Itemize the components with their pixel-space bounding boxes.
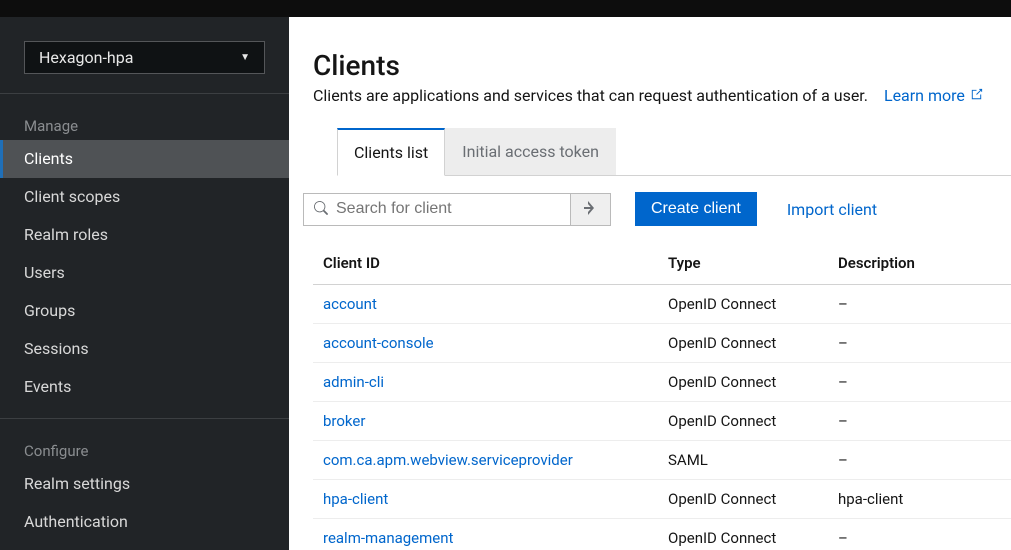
sidebar-item-groups[interactable]: Groups: [0, 292, 289, 330]
client-description: –: [828, 324, 1011, 363]
table-row: account-consoleOpenID Connect–: [313, 324, 1011, 363]
search-container: [303, 193, 611, 226]
main-container: Hexagon-hpa ▼ Manage ClientsClient scope…: [0, 17, 1011, 550]
table-row: com.ca.apm.webview.serviceproviderSAML–: [313, 441, 1011, 480]
table-row: admin-cliOpenID Connect–: [313, 363, 1011, 402]
sidebar-item-client-scopes[interactable]: Client scopes: [0, 178, 289, 216]
search-icon: [314, 200, 328, 219]
sidebar-item-realm-roles[interactable]: Realm roles: [0, 216, 289, 254]
client-id-link[interactable]: hpa-client: [313, 480, 658, 519]
client-id-link[interactable]: realm-management: [313, 519, 658, 550]
table-row: hpa-clientOpenID Connecthpa-client: [313, 480, 1011, 519]
learn-more-text: Learn more: [884, 86, 965, 105]
client-type: OpenID Connect: [658, 519, 828, 550]
table-row: brokerOpenID Connect–: [313, 402, 1011, 441]
tabs: Clients listInitial access token: [337, 128, 1011, 176]
sidebar-item-authentication[interactable]: Authentication: [0, 503, 289, 541]
sidebar-item-clients[interactable]: Clients: [0, 140, 289, 178]
external-link-icon: [969, 87, 984, 106]
learn-more-link[interactable]: Learn more: [884, 86, 984, 105]
client-description: –: [828, 519, 1011, 550]
sidebar-item-events[interactable]: Events: [0, 368, 289, 406]
search-submit-button[interactable]: [570, 194, 610, 225]
table-row: realm-managementOpenID Connect–: [313, 519, 1011, 550]
table-header-row: Client ID Type Description: [313, 242, 1011, 285]
realm-name: Hexagon-hpa: [39, 48, 133, 67]
client-description: –: [828, 285, 1011, 324]
client-type: OpenID Connect: [658, 363, 828, 402]
sidebar-item-realm-settings[interactable]: Realm settings: [0, 465, 289, 503]
page-title: Clients: [313, 49, 1011, 82]
client-type: OpenID Connect: [658, 402, 828, 441]
client-id-link[interactable]: admin-cli: [313, 363, 658, 402]
client-id-link[interactable]: account-console: [313, 324, 658, 363]
create-client-button[interactable]: Create client: [635, 192, 757, 226]
main-content: Clients Clients are applications and ser…: [289, 17, 1011, 550]
client-id-link[interactable]: broker: [313, 402, 658, 441]
clients-table: Client ID Type Description accountOpenID…: [313, 242, 1011, 550]
client-description: –: [828, 402, 1011, 441]
import-client-link[interactable]: Import client: [787, 200, 877, 219]
client-type: SAML: [658, 441, 828, 480]
client-type: OpenID Connect: [658, 324, 828, 363]
client-description: –: [828, 441, 1011, 480]
client-type: OpenID Connect: [658, 480, 828, 519]
realm-selector[interactable]: Hexagon-hpa ▼: [24, 41, 265, 74]
arrow-right-icon: [583, 200, 599, 219]
col-client-id[interactable]: Client ID: [313, 242, 658, 285]
sidebar-item-users[interactable]: Users: [0, 254, 289, 292]
top-bar: [0, 0, 1011, 17]
search-input-wrap: [304, 194, 570, 225]
divider: [0, 93, 289, 94]
col-type[interactable]: Type: [658, 242, 828, 285]
caret-down-icon: ▼: [240, 52, 250, 63]
client-id-link[interactable]: com.ca.apm.webview.serviceprovider: [313, 441, 658, 480]
sidebar-configure-items: Realm settingsAuthentication: [0, 465, 289, 541]
page-description: Clients are applications and services th…: [313, 86, 1011, 106]
sidebar-header-manage: Manage: [0, 104, 289, 140]
client-description: –: [828, 363, 1011, 402]
tab-clients-list[interactable]: Clients list: [337, 128, 445, 176]
client-type: OpenID Connect: [658, 285, 828, 324]
table-body: accountOpenID Connect–account-consoleOpe…: [313, 285, 1011, 550]
divider: [0, 418, 289, 419]
sidebar-header-configure: Configure: [0, 429, 289, 465]
tab-initial-access-token[interactable]: Initial access token: [445, 128, 616, 175]
client-description: hpa-client: [828, 480, 1011, 519]
toolbar: Create client Import client: [303, 176, 1011, 242]
search-input[interactable]: [336, 200, 560, 218]
page-description-text: Clients are applications and services th…: [313, 86, 868, 105]
table-row: accountOpenID Connect–: [313, 285, 1011, 324]
sidebar: Hexagon-hpa ▼ Manage ClientsClient scope…: [0, 17, 289, 550]
col-description[interactable]: Description: [828, 242, 1011, 285]
sidebar-item-sessions[interactable]: Sessions: [0, 330, 289, 368]
sidebar-manage-items: ClientsClient scopesRealm rolesUsersGrou…: [0, 140, 289, 406]
client-id-link[interactable]: account: [313, 285, 658, 324]
